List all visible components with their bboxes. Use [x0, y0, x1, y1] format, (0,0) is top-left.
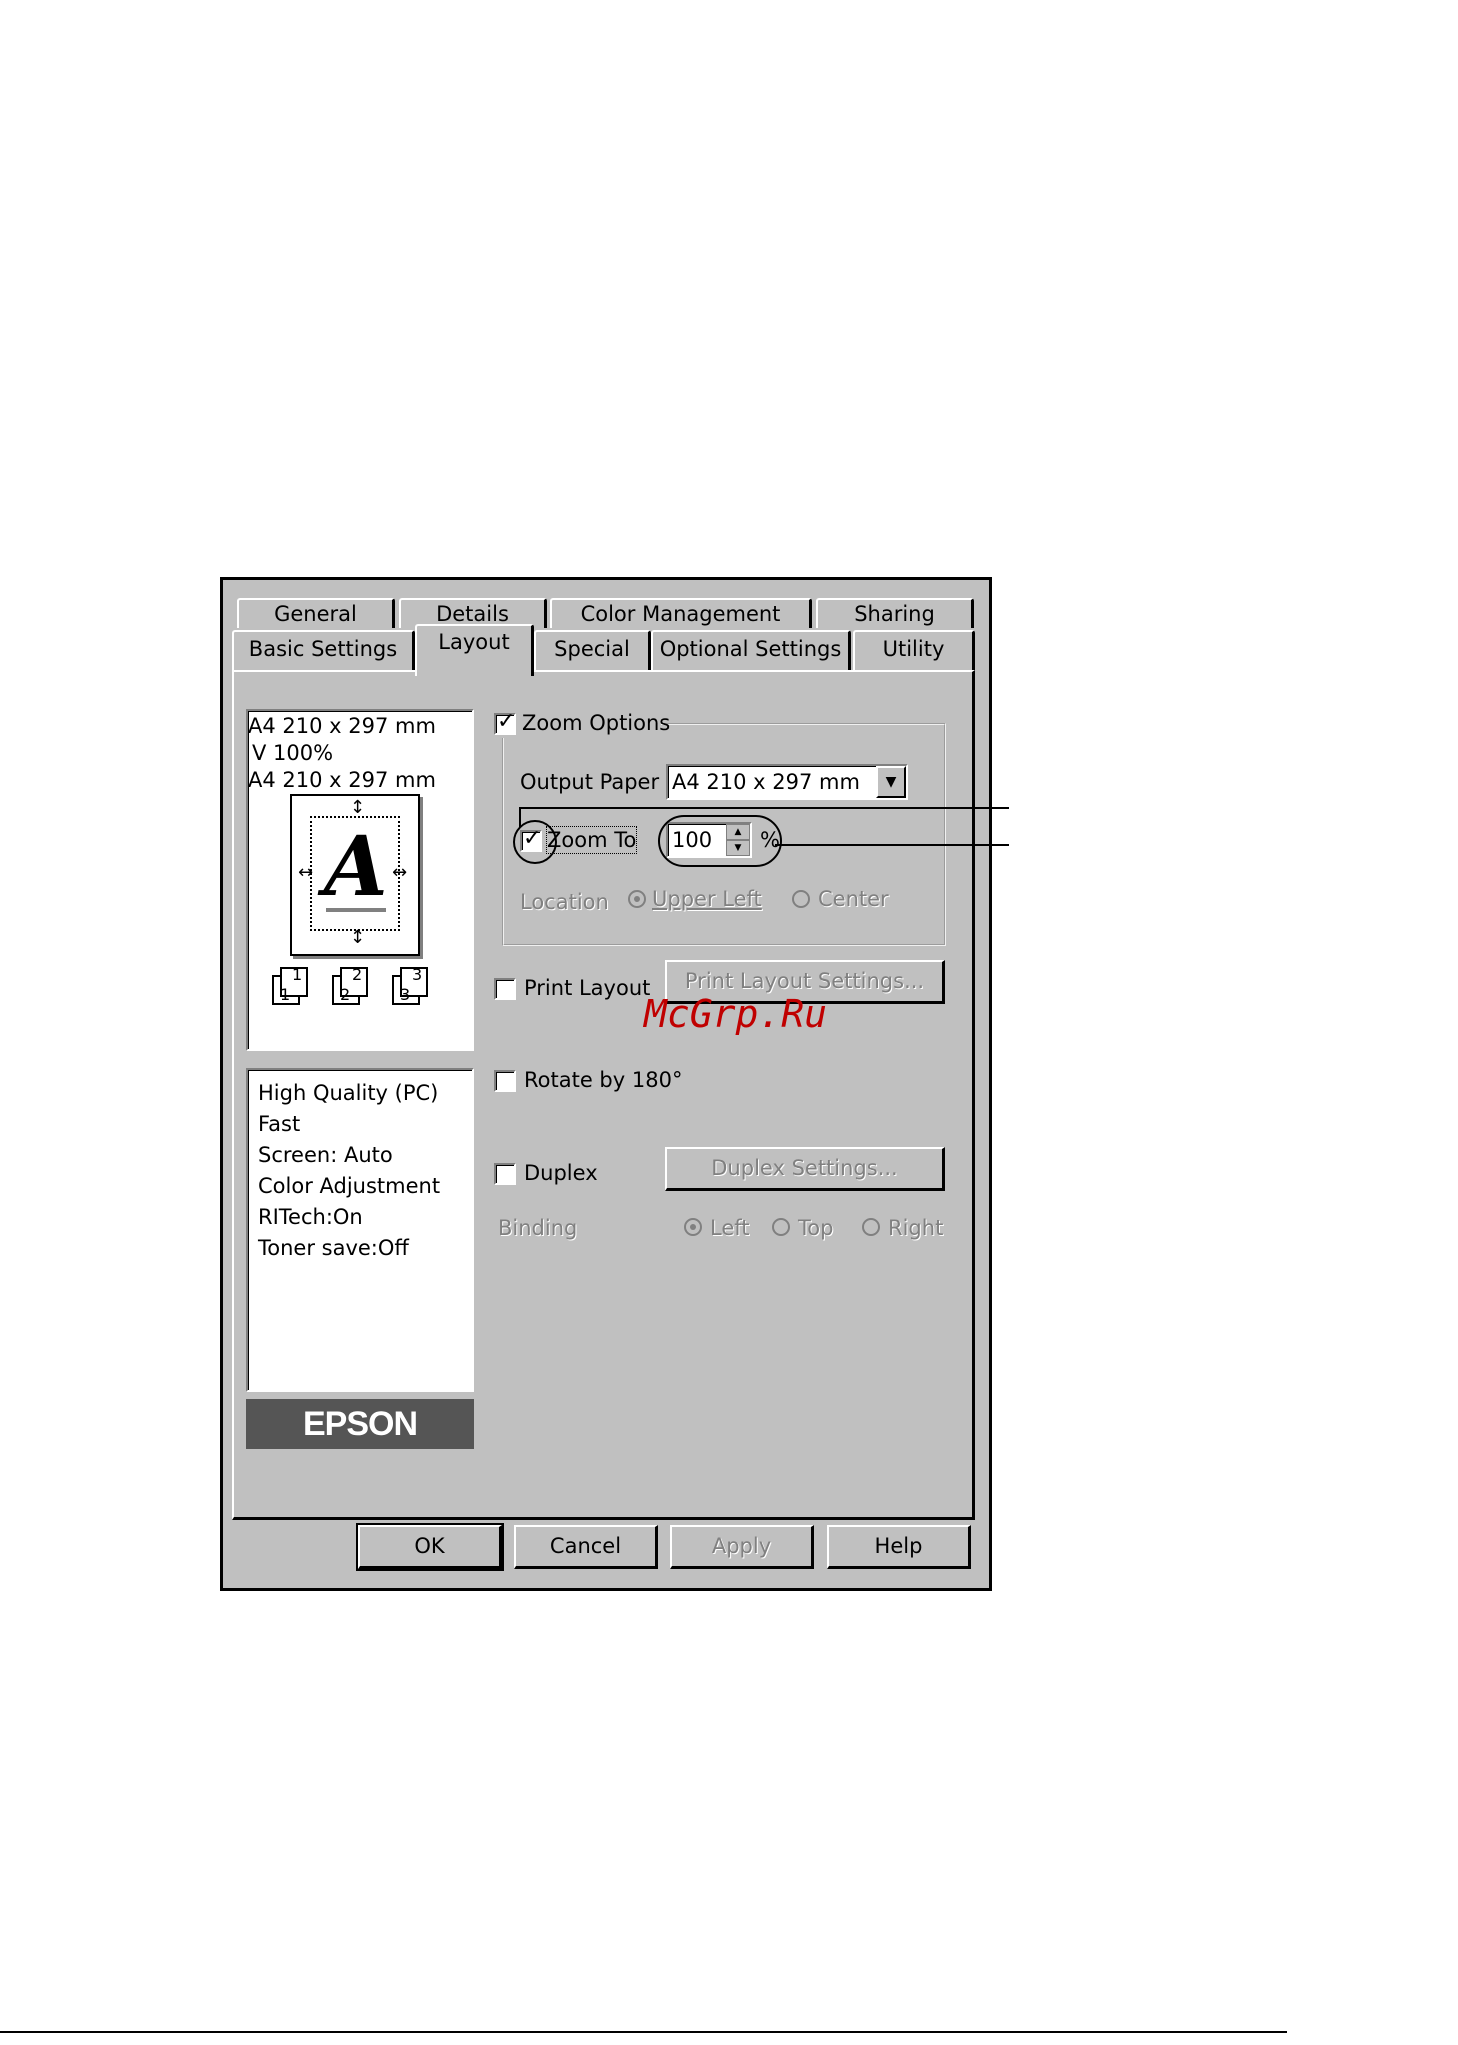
output-paper-select[interactable]: A4 210 x 297 mm ▼: [666, 764, 908, 800]
location-center-label: Center: [818, 887, 889, 911]
callout-ring: [658, 815, 782, 867]
binding-left-radio[interactable]: [684, 1218, 702, 1236]
output-paper-value: A4 210 x 297 mm: [672, 770, 860, 794]
summary-line: Fast: [258, 1112, 301, 1136]
cancel-button[interactable]: Cancel: [514, 1525, 658, 1569]
epson-logo: EPSON: [246, 1399, 474, 1449]
rotate-180-label: Rotate by 180°: [524, 1068, 683, 1092]
callout-leader-line: [775, 844, 1009, 846]
tab-layout[interactable]: Layout: [415, 624, 534, 676]
binding-top-radio[interactable]: [772, 1218, 790, 1236]
preview-output-size: A4 210 x 297 mm: [248, 768, 436, 792]
watermark-text: McGrp.Ru: [644, 992, 828, 1036]
location-upper-left-radio[interactable]: [628, 890, 646, 908]
binding-label: Binding: [498, 1216, 578, 1240]
arrow-left-right-icon: ↔: [392, 862, 408, 883]
arrow-up-down-icon: ↕: [350, 927, 366, 948]
tab-utility[interactable]: Utility: [853, 630, 975, 672]
location-label: Location: [520, 890, 609, 914]
callout-leader-line: [519, 807, 1009, 809]
zoom-options-label: Zoom Options: [522, 711, 671, 735]
dropdown-arrow-icon[interactable]: ▼: [876, 766, 906, 798]
tab-sharing[interactable]: Sharing: [816, 598, 974, 628]
preview-paper-size: A4 210 x 297 mm: [248, 714, 436, 738]
tab-optional-settings[interactable]: Optional Settings: [651, 630, 851, 672]
tab-general[interactable]: General: [237, 598, 395, 628]
summary-line: Color Adjustment: [258, 1174, 441, 1198]
layout-tab-panel: A4 210 x 297 mm V 100% A4 210 x 297 mm A…: [232, 670, 975, 1520]
printer-properties-dialog: General Details Color Management Sharing…: [220, 577, 992, 1591]
footer-rule: [0, 2031, 1287, 2033]
location-upper-left-label: Upper Left: [652, 887, 762, 911]
output-paper-label: Output Paper: [520, 770, 660, 794]
binding-top-label: Top: [798, 1216, 834, 1240]
rotate-180-checkbox[interactable]: [494, 1070, 516, 1092]
summary-line: Toner save:Off: [258, 1236, 409, 1260]
arrow-left-right-icon: ↔: [298, 862, 314, 883]
apply-button[interactable]: Apply: [670, 1525, 814, 1569]
binding-right-radio[interactable]: [862, 1218, 880, 1236]
tab-basic-settings[interactable]: Basic Settings: [232, 630, 415, 672]
summary-line: RITech:On: [258, 1205, 363, 1229]
summary-line: High Quality (PC): [258, 1081, 439, 1105]
collate-copy-3-icon: 3 3: [392, 965, 436, 1007]
location-center-radio[interactable]: [792, 890, 810, 908]
print-layout-label: Print Layout: [524, 976, 651, 1000]
duplex-settings-button[interactable]: Duplex Settings...: [665, 1147, 945, 1191]
preview-baseline: [326, 908, 386, 912]
settings-summary-box: High Quality (PC) Fast Screen: Auto Colo…: [246, 1068, 474, 1392]
help-button[interactable]: Help: [827, 1525, 971, 1569]
page-preview-icon: A ↕ ↕ ↔ ↔: [290, 794, 420, 956]
duplex-label: Duplex: [524, 1161, 598, 1185]
zoom-options-checkbox[interactable]: ✓: [494, 709, 516, 735]
arrow-up-down-icon: ↕: [350, 797, 366, 818]
preview-zoom: V 100%: [252, 741, 334, 765]
binding-left-label: Left: [710, 1216, 750, 1240]
print-layout-checkbox[interactable]: [494, 978, 516, 1000]
callout-leader-line: [519, 807, 521, 827]
collate-copy-2-icon: 2 2: [332, 965, 376, 1007]
zoom-to-label: Zoom To: [545, 826, 638, 854]
summary-line: Screen: Auto: [258, 1143, 393, 1167]
binding-right-label: Right: [888, 1216, 944, 1240]
collate-copy-1-icon: 1 1: [272, 965, 316, 1007]
tab-color-management[interactable]: Color Management: [550, 598, 812, 628]
ok-button[interactable]: OK: [356, 1523, 504, 1571]
preview-glyph: A: [324, 819, 388, 915]
paper-preview-box: A4 210 x 297 mm V 100% A4 210 x 297 mm A…: [246, 709, 474, 1051]
duplex-checkbox[interactable]: [494, 1163, 516, 1185]
tab-special[interactable]: Special: [534, 630, 651, 672]
